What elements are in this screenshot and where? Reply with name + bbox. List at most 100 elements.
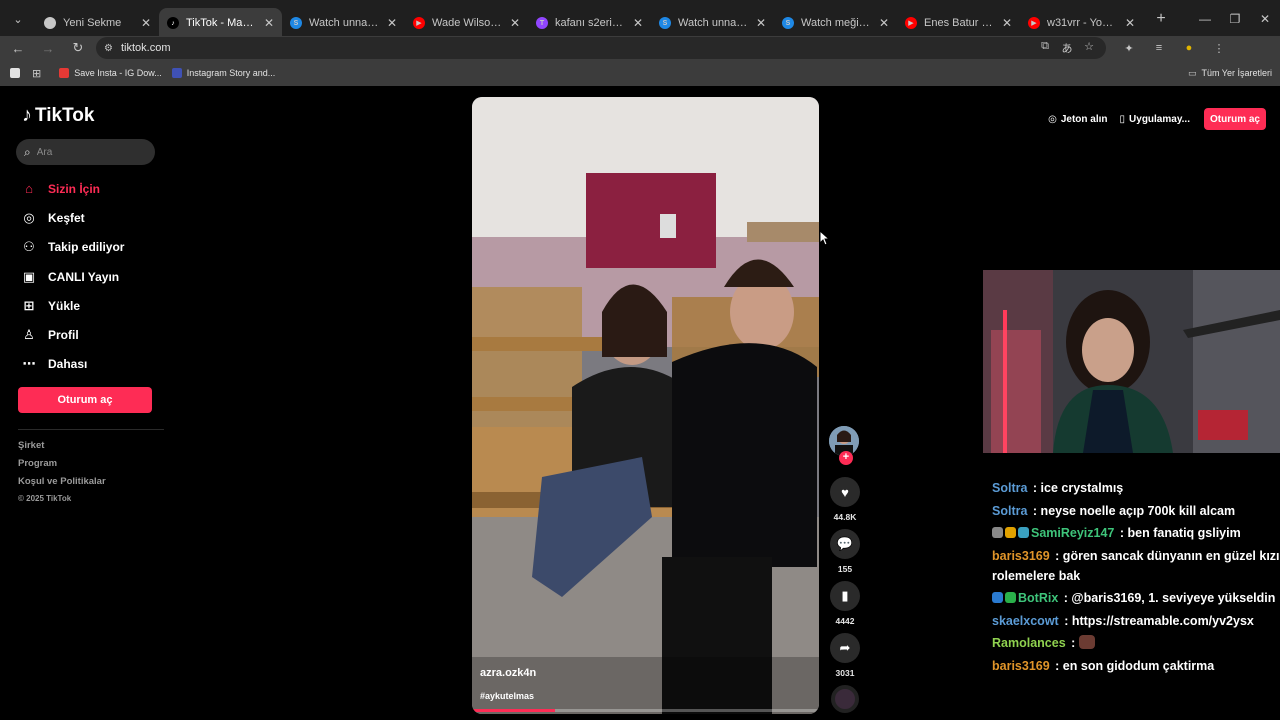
share-action[interactable]: ➦ 3031	[829, 633, 861, 678]
browser-tab[interactable]: Tkafanı s2erim haa - Twitch ✕	[528, 8, 651, 38]
forward-icon[interactable]: →	[36, 41, 60, 56]
tab-close-icon[interactable]: ✕	[510, 16, 520, 30]
browser-tab[interactable]: ▶ Enes Batur noone - YouTube ✕	[897, 8, 1020, 38]
header-login-button[interactable]: Oturum aç	[1203, 108, 1266, 130]
chat-username[interactable]: skaelxcowt	[992, 614, 1059, 628]
chat-username[interactable]: baris3169	[992, 549, 1050, 563]
footer-link-program[interactable]: Program	[18, 458, 106, 476]
install-icon[interactable]: ⧉	[1034, 40, 1056, 56]
share-icon[interactable]: ➦	[830, 633, 860, 663]
like-action[interactable]: ♥ 44.8K	[829, 477, 861, 522]
tab-close-icon[interactable]: ✕	[141, 16, 151, 30]
bookmark-item[interactable]: Save Insta - IG Dow...	[59, 68, 162, 78]
search-box[interactable]: ⌕	[16, 139, 155, 165]
bookmark-icon[interactable]: ▮	[830, 581, 860, 611]
tab-close-icon[interactable]: ✕	[879, 16, 889, 30]
webcam-overlay	[983, 270, 1280, 453]
tab-close-icon[interactable]: ✕	[264, 16, 274, 30]
bookmark-favicon-icon	[171, 68, 182, 78]
browser-tab[interactable]: S Watch unnamed | Streamable ✕	[282, 8, 405, 38]
heart-icon[interactable]: ♥	[830, 477, 860, 507]
tab-favicon-icon: S	[659, 17, 671, 29]
back-icon[interactable]: ←	[6, 41, 30, 56]
chat-username[interactable]: Soltra	[992, 504, 1027, 518]
tab-close-icon[interactable]: ✕	[1125, 16, 1135, 30]
search-input[interactable]	[36, 146, 137, 158]
bookmark-page-icon[interactable]	[10, 68, 20, 78]
window-controls: — ❐ ✕	[1190, 12, 1280, 26]
extension-icon[interactable]: ●	[1174, 42, 1204, 55]
video-frame-image	[472, 97, 819, 714]
follow-plus-icon[interactable]: +	[839, 451, 853, 465]
chat-badge-icon	[992, 527, 1003, 538]
music-disc-icon[interactable]	[831, 685, 859, 713]
chat-username[interactable]: baris3169	[992, 659, 1050, 673]
video-player[interactable]: azra.ozk4n #aykutelmas	[472, 97, 819, 714]
tab-close-icon[interactable]: ✕	[1002, 16, 1012, 30]
site-info-icon[interactable]: ⚙	[104, 43, 113, 54]
media-controls-icon[interactable]: ≡	[1144, 42, 1174, 55]
comment-count: 155	[837, 564, 853, 574]
tab-close-icon[interactable]: ✕	[387, 16, 397, 30]
sidebar-item[interactable]: ⚇ Takip ediliyor	[18, 233, 168, 262]
chat-username[interactable]: BotRix	[1018, 591, 1058, 605]
sidebar-item[interactable]: ◎ Keşfet	[18, 203, 168, 232]
comment-action[interactable]: 💬 155	[829, 529, 861, 574]
sidebar-footer: Şirket Program Koşul ve Politikalar © 20…	[18, 440, 106, 503]
get-coins-button[interactable]: ◎ Jeton alın	[1048, 114, 1107, 125]
restore-icon[interactable]: ❐	[1220, 12, 1250, 26]
tab-title: Wade Wilson (Deadpool)	[432, 17, 504, 29]
footer-link-terms[interactable]: Koşul ve Politikalar	[18, 476, 106, 494]
chat-message: skaelxcowt : https://streamable.com/yv2y…	[992, 611, 1280, 631]
chat-text: : https://streamable.com/yv2ysx	[1064, 613, 1254, 628]
video-hashtag[interactable]: #aykutelmas	[480, 691, 534, 701]
sidebar-item[interactable]: ⊞ Yükle	[18, 291, 168, 320]
browser-tab[interactable]: Yeni Sekme ✕	[36, 8, 159, 38]
bookmark-item[interactable]: Instagram Story and...	[171, 68, 275, 78]
more-icon: ⋯	[22, 356, 36, 372]
tab-close-icon[interactable]: ✕	[756, 16, 766, 30]
close-window-icon[interactable]: ✕	[1250, 12, 1280, 26]
browser-tab[interactable]: ▶ Wade Wilson (Deadpool) ✕	[405, 8, 528, 38]
tiktok-note-icon: ♪	[22, 104, 32, 126]
folder-icon: ▭	[1187, 67, 1197, 78]
get-app-button[interactable]: ▯ Uygulamay...	[1120, 114, 1190, 125]
chat-message: baris3169 : en son gidodum çaktirma	[992, 656, 1280, 676]
apps-grid-icon[interactable]: ⊞	[32, 67, 41, 80]
tab-search-icon[interactable]: ⌄	[0, 0, 36, 38]
browser-tab[interactable]: S Watch unnamed | Streamable ✕	[651, 8, 774, 38]
sidebar-item[interactable]: ⌂ Sizin İçin	[18, 174, 168, 203]
chat-username[interactable]: Soltra	[992, 481, 1027, 495]
tiktok-logo[interactable]: ♪ TikTok	[22, 104, 94, 127]
video-username[interactable]: azra.ozk4n	[480, 667, 536, 679]
url-bar[interactable]: ⚙ tiktok.com ⧉ あ ☆	[96, 37, 1106, 59]
save-action[interactable]: ▮ 4442	[829, 581, 861, 626]
browser-menu-icon[interactable]: ⋮	[1204, 42, 1234, 55]
tab-title: TikTok - Make Your Day	[186, 17, 258, 29]
minimize-icon[interactable]: —	[1190, 12, 1220, 26]
sidebar-login-button[interactable]: Oturum aç	[18, 387, 152, 413]
bookmark-star-icon[interactable]: ☆	[1078, 40, 1100, 56]
new-tab-button[interactable]: +	[1149, 10, 1173, 28]
reload-icon[interactable]: ↻	[66, 40, 90, 56]
webcam-image	[983, 270, 1280, 453]
browser-tab[interactable]: ♪ TikTok - Make Your Day ✕	[159, 8, 282, 38]
chat-username[interactable]: Ramolances	[992, 636, 1066, 650]
footer-link-company[interactable]: Şirket	[18, 440, 106, 458]
comment-icon[interactable]: 💬	[830, 529, 860, 559]
browser-tab[interactable]: S Watch meğic | Streamable ✕	[774, 8, 897, 38]
tab-close-icon[interactable]: ✕	[633, 16, 643, 30]
video-progress-bar[interactable]	[472, 709, 819, 712]
sidebar-item[interactable]: ⋯ Dahası	[18, 350, 168, 379]
sidebar-item[interactable]: ▣ CANLI Yayın	[18, 262, 168, 291]
sidebar-item[interactable]: ♙ Profil	[18, 320, 168, 349]
chat-username[interactable]: SamiReyiz147	[1031, 526, 1114, 540]
all-bookmarks-button[interactable]: ▭ Tüm Yer İşaretleri	[1188, 68, 1272, 79]
extensions-icon[interactable]: ✦	[1114, 42, 1144, 55]
translate-icon[interactable]: あ	[1056, 40, 1078, 56]
tab-title: Enes Batur noone - YouTube	[924, 17, 996, 29]
url-text: tiktok.com	[120, 42, 171, 54]
tab-favicon-icon: ▶	[905, 17, 917, 29]
browser-tab[interactable]: ▶ w31vrr - YouTube ✕	[1020, 8, 1143, 38]
tiktok-logo-text: TikTok	[35, 104, 95, 126]
